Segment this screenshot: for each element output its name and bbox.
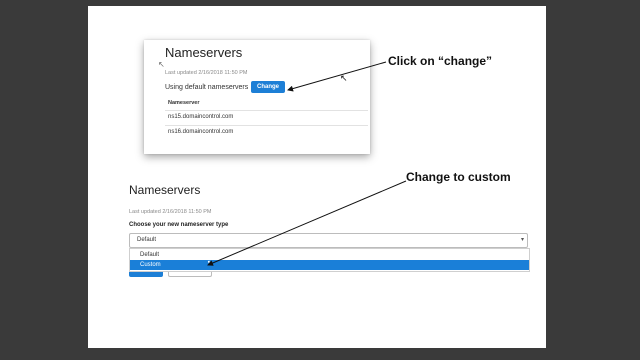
annotation-arrows: [207, 61, 407, 266]
arrow-to-custom: [207, 180, 407, 266]
tutorial-slide: Nameservers Last updated 2/16/2018 11:50…: [88, 6, 546, 348]
arrow-to-change: [287, 61, 387, 92]
